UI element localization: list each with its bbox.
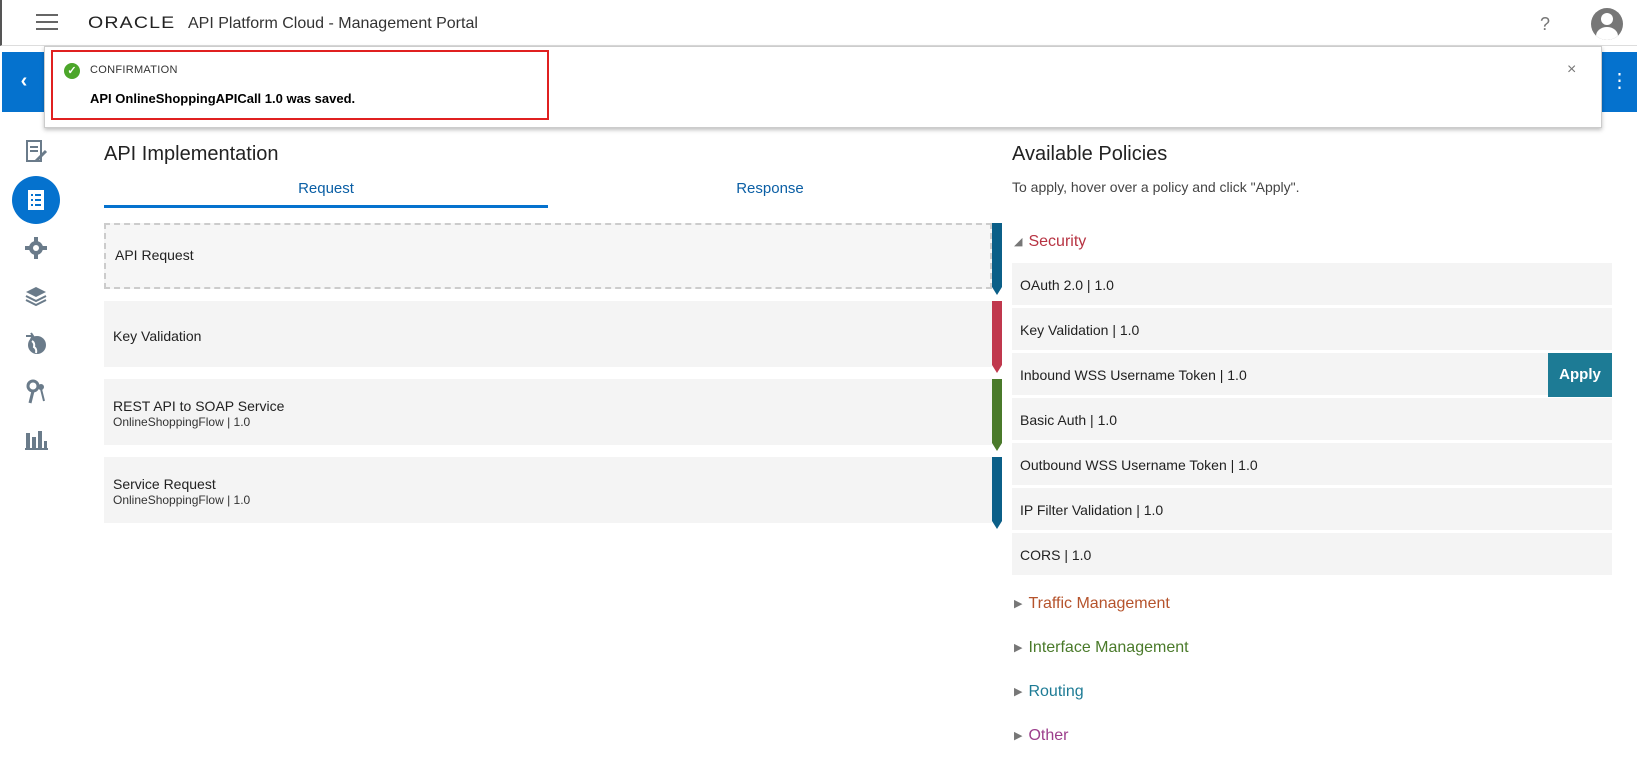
flow-marker bbox=[992, 301, 1002, 373]
flow-marker bbox=[992, 379, 1002, 451]
apply-button[interactable]: Apply bbox=[1548, 353, 1612, 397]
available-policies-title: Available Policies bbox=[1012, 143, 1168, 165]
group-interface-management[interactable]: ▶ Interface Management bbox=[1014, 639, 1189, 657]
expand-triangle-icon: ▶ bbox=[1014, 686, 1023, 699]
tab-request[interactable]: Request bbox=[104, 180, 548, 208]
user-avatar-icon[interactable] bbox=[1591, 8, 1623, 40]
group-label: Interface Management bbox=[1028, 639, 1189, 656]
policy-inbound-wss[interactable]: Inbound WSS Username Token | 1.0 bbox=[1012, 353, 1612, 395]
policy-name: OAuth 2.0 | 1.0 bbox=[1020, 277, 1114, 293]
oracle-logo: ORACLE bbox=[88, 13, 176, 32]
gear-icon[interactable] bbox=[12, 224, 60, 272]
api-implementation-title: API Implementation bbox=[104, 143, 279, 165]
group-label: Traffic Management bbox=[1028, 595, 1170, 612]
collapse-triangle-icon: ◢ bbox=[1014, 236, 1023, 249]
layers-icon[interactable] bbox=[12, 272, 60, 320]
implementation-icon[interactable] bbox=[12, 176, 60, 224]
flow-key-validation[interactable]: Key Validation bbox=[104, 301, 992, 367]
help-icon[interactable]: ? bbox=[1540, 14, 1550, 35]
policy-basic-auth[interactable]: Basic Auth | 1.0 bbox=[1012, 398, 1612, 440]
group-label: Routing bbox=[1028, 683, 1084, 700]
group-label: Other bbox=[1028, 727, 1069, 744]
success-check-icon: ✓ bbox=[64, 63, 80, 79]
policy-key-validation[interactable]: Key Validation | 1.0 bbox=[1012, 308, 1612, 350]
top-bar: ORACLE API Platform Cloud - Management P… bbox=[0, 0, 1637, 46]
banner-message: API OnlineShoppingAPICall 1.0 was saved. bbox=[90, 91, 356, 106]
flow-sublabel: OnlineShoppingFlow | 1.0 bbox=[113, 493, 251, 507]
flow-rest-to-soap[interactable]: REST API to SOAP Service OnlineShoppingF… bbox=[104, 379, 992, 445]
flow-api-request[interactable]: API Request bbox=[104, 223, 992, 289]
group-routing[interactable]: ▶ Routing bbox=[1014, 683, 1084, 701]
group-label: Security bbox=[1028, 233, 1087, 250]
policy-outbound-wss[interactable]: Outbound WSS Username Token | 1.0 bbox=[1012, 443, 1612, 485]
flow-label: API Request bbox=[115, 247, 194, 263]
group-traffic-management[interactable]: ▶ Traffic Management bbox=[1014, 595, 1170, 613]
flow-marker bbox=[992, 223, 1002, 295]
globe-icon[interactable] bbox=[12, 320, 60, 368]
policy-name: CORS | 1.0 bbox=[1020, 547, 1092, 563]
group-other[interactable]: ▶ Other bbox=[1014, 727, 1068, 745]
policy-name: Inbound WSS Username Token | 1.0 bbox=[1020, 367, 1247, 383]
menu-icon[interactable] bbox=[36, 14, 58, 30]
policy-cors[interactable]: CORS | 1.0 bbox=[1012, 533, 1612, 575]
policy-name: Outbound WSS Username Token | 1.0 bbox=[1020, 457, 1258, 473]
flow-service-request[interactable]: Service Request OnlineShoppingFlow | 1.0 bbox=[104, 457, 992, 523]
close-icon[interactable]: × bbox=[1567, 61, 1576, 79]
more-options-button[interactable]: ⋮ bbox=[1602, 52, 1637, 112]
analytics-icon[interactable] bbox=[12, 416, 60, 464]
highlight-box bbox=[51, 50, 549, 120]
expand-triangle-icon: ▶ bbox=[1014, 642, 1023, 655]
flow-sublabel: OnlineShoppingFlow | 1.0 bbox=[113, 415, 251, 429]
expand-triangle-icon: ▶ bbox=[1014, 730, 1023, 743]
policy-ip-filter[interactable]: IP Filter Validation | 1.0 bbox=[1012, 488, 1612, 530]
back-button[interactable]: ‹ bbox=[2, 52, 46, 112]
tab-response[interactable]: Response bbox=[548, 180, 992, 208]
policy-oauth[interactable]: OAuth 2.0 | 1.0 bbox=[1012, 263, 1612, 305]
policy-name: IP Filter Validation | 1.0 bbox=[1020, 502, 1164, 518]
expand-triangle-icon: ▶ bbox=[1014, 598, 1023, 611]
flow-label: Key Validation bbox=[113, 328, 202, 344]
policies-hint: To apply, hover over a policy and click … bbox=[1012, 179, 1300, 195]
flow-label: Service Request bbox=[113, 476, 216, 492]
app-title: API Platform Cloud - Management Portal bbox=[188, 15, 478, 32]
keys-icon[interactable] bbox=[12, 368, 60, 416]
confirmation-banner: ✓ CONFIRMATION API OnlineShoppingAPICall… bbox=[44, 46, 1602, 128]
document-edit-icon[interactable] bbox=[12, 128, 60, 176]
banner-type-label: CONFIRMATION bbox=[90, 64, 178, 76]
policy-name: Key Validation | 1.0 bbox=[1020, 322, 1140, 338]
group-security[interactable]: ◢ Security bbox=[1014, 233, 1086, 251]
flow-label: REST API to SOAP Service bbox=[113, 398, 285, 414]
flow-marker bbox=[992, 457, 1002, 529]
policy-name: Basic Auth | 1.0 bbox=[1020, 412, 1118, 428]
